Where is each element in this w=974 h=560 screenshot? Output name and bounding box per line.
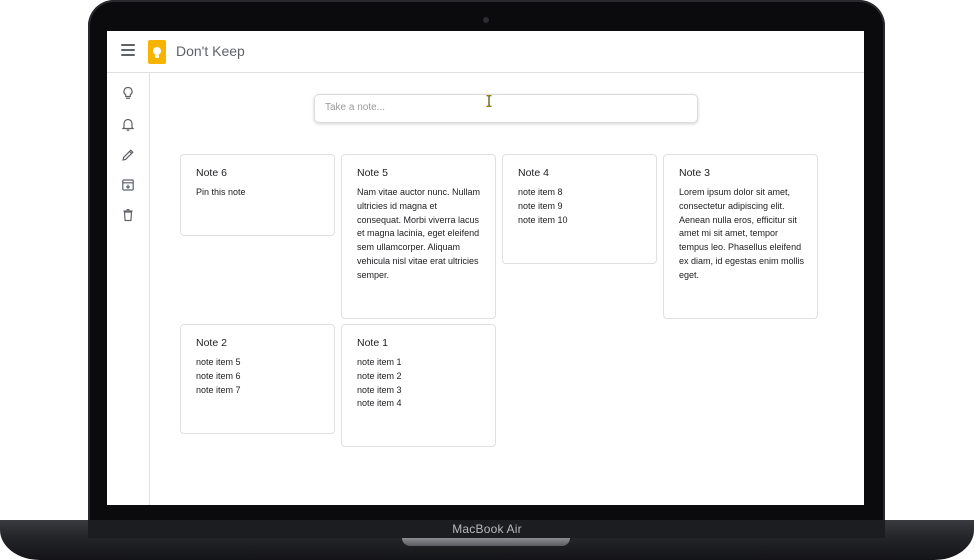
note-card[interactable]: Note 6 Pin this note: [180, 154, 335, 236]
lightbulb-logo-icon: [153, 47, 161, 58]
take-note-input-box[interactable]: [314, 94, 698, 123]
screen-bezel: [107, 505, 864, 521]
note-list-item: note item 10: [518, 214, 568, 225]
note-card[interactable]: Note 5 Nam vitae auctor nunc. Nullam ult…: [341, 154, 496, 319]
sidebar-item-edit[interactable]: [121, 148, 135, 162]
app-title: Don't Keep: [176, 43, 245, 59]
lightbulb-icon: [123, 86, 133, 99]
sidebar: [107, 73, 150, 505]
note-title: Note 5: [357, 167, 388, 179]
note-list-item: note item 1: [357, 357, 402, 367]
note-card[interactable]: Note 1 note item 1 note item 2 note item…: [341, 324, 496, 447]
trash-icon: [123, 209, 133, 222]
note-list-item: note item 4: [357, 398, 402, 409]
note-list-item: note item 2: [357, 370, 402, 381]
bell-icon: [121, 118, 135, 131]
device-label: MacBook Air: [452, 522, 522, 536]
note-list-item: note item 3: [357, 384, 402, 395]
take-note-input[interactable]: [325, 102, 685, 113]
note-title: Note 1: [357, 337, 388, 349]
note-title: Note 2: [196, 337, 227, 349]
note-title: Note 6: [196, 167, 227, 179]
note-body: Nam vitae auctor nunc. Nullam ultricies …: [357, 187, 481, 280]
app-logo: [148, 40, 166, 64]
pencil-icon: [122, 149, 134, 161]
app-header: Don't Keep: [107, 31, 864, 73]
note-list-item: note item 7: [196, 384, 241, 395]
note-list-item: note item 9: [518, 200, 563, 211]
sidebar-item-reminders[interactable]: [121, 117, 135, 131]
sidebar-item-notes[interactable]: [121, 86, 135, 100]
note-title: Note 4: [518, 167, 549, 179]
laptop-notch: [402, 538, 570, 546]
note-body: Lorem ipsum dolor sit amet, consectetur …: [679, 187, 805, 280]
note-list-item: note item 8: [518, 187, 563, 197]
text-cursor-icon: [486, 95, 492, 107]
note-card[interactable]: Note 3 Lorem ipsum dolor sit amet, conse…: [663, 154, 818, 319]
webcam: [483, 17, 489, 23]
archive-icon: [122, 179, 134, 191]
app-screen: Don't Keep Take a note... Note 6 Pin thi…: [107, 31, 864, 505]
hamburger-menu-icon[interactable]: [121, 44, 135, 56]
note-card[interactable]: Note 2 note item 5 note item 6 note item…: [180, 324, 335, 434]
note-body: Pin this note: [196, 187, 246, 197]
sidebar-item-archive[interactable]: [121, 178, 135, 192]
note-list-item: note item 6: [196, 370, 241, 381]
note-list-item: note item 5: [196, 357, 241, 367]
note-card[interactable]: Note 4 note item 8 note item 9 note item…: [502, 154, 657, 264]
note-title: Note 3: [679, 167, 710, 179]
sidebar-item-trash[interactable]: [121, 208, 135, 222]
